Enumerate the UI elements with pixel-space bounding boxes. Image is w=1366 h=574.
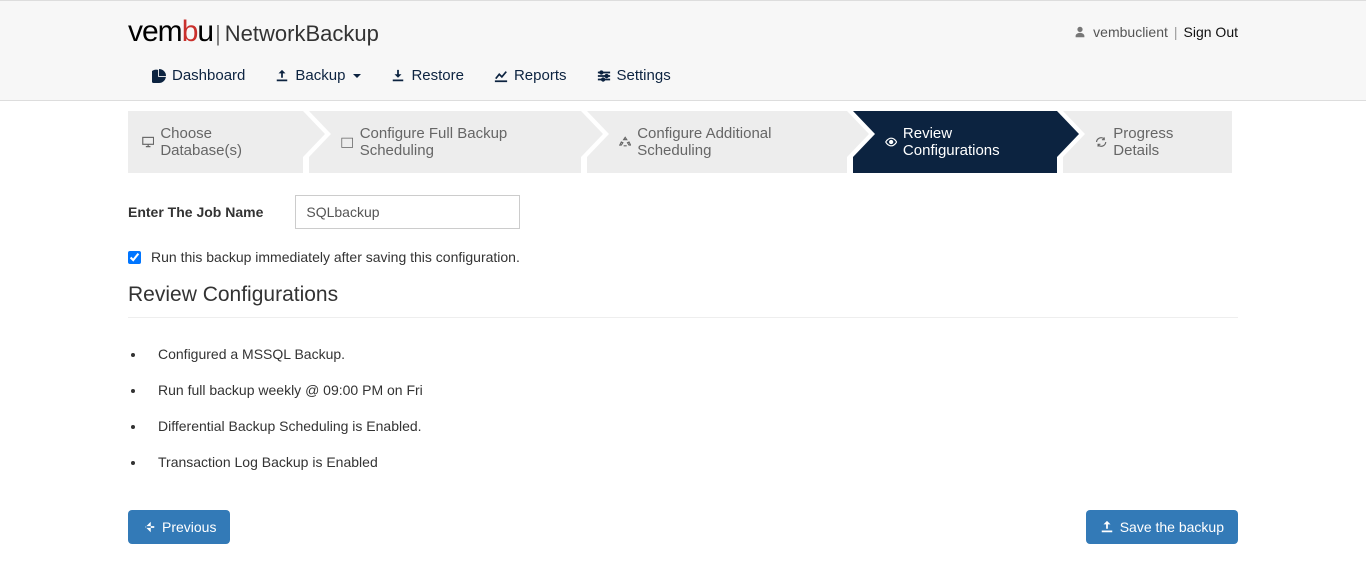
- calendar-icon: [341, 135, 353, 149]
- nav-restore[interactable]: Restore: [391, 67, 464, 84]
- job-name-input[interactable]: [295, 195, 520, 229]
- wizard-step-full-backup[interactable]: Configure Full Backup Scheduling: [309, 111, 581, 173]
- main-nav: Dashboard Backup Restore Reports Setting…: [128, 55, 1238, 100]
- username: vembuclient: [1093, 24, 1168, 40]
- logo-text-prefix: vem: [128, 15, 182, 48]
- logo: vembu | NetworkBackup: [128, 15, 379, 49]
- nav-reports[interactable]: Reports: [494, 67, 567, 84]
- refresh-icon: [1095, 135, 1107, 149]
- run-immediate-checkbox[interactable]: [128, 251, 141, 264]
- chart-line-icon: [494, 69, 508, 83]
- review-section-title: Review Configurations: [128, 283, 1238, 318]
- upload-icon: [1100, 520, 1114, 534]
- wizard-step-choose-database[interactable]: Choose Database(s): [128, 111, 303, 173]
- download-icon: [391, 69, 405, 83]
- wizard-steps: Choose Database(s) Configure Full Backup…: [128, 111, 1238, 173]
- eye-icon: [885, 135, 897, 149]
- list-item: Run full backup weekly @ 09:00 PM on Fri: [146, 372, 1238, 408]
- wizard-step-additional-scheduling[interactable]: Configure Additional Scheduling: [587, 111, 847, 173]
- monitor-icon: [142, 135, 154, 149]
- pie-chart-icon: [152, 69, 166, 83]
- nav-backup[interactable]: Backup: [275, 67, 361, 84]
- list-item: Configured a MSSQL Backup.: [146, 336, 1238, 372]
- run-immediate-label: Run this backup immediately after saving…: [151, 249, 520, 265]
- sliders-icon: [597, 69, 611, 83]
- wizard-step-progress[interactable]: Progress Details: [1063, 111, 1232, 173]
- logo-text-suffix: u: [197, 15, 213, 48]
- save-backup-button[interactable]: Save the backup: [1086, 510, 1238, 544]
- arrow-left-icon: [142, 520, 156, 534]
- top-header-area: vembu | NetworkBackup vembuclient | Sign…: [0, 0, 1366, 101]
- wizard-step-review[interactable]: Review Configurations: [853, 111, 1057, 173]
- previous-button[interactable]: Previous: [128, 510, 230, 544]
- nav-settings[interactable]: Settings: [597, 67, 671, 84]
- user-divider: |: [1174, 24, 1178, 40]
- logo-separator: |: [215, 21, 221, 47]
- product-name: NetworkBackup: [225, 21, 379, 47]
- nav-dashboard[interactable]: Dashboard: [152, 67, 245, 84]
- list-item: Differential Backup Scheduling is Enable…: [146, 408, 1238, 444]
- job-name-label: Enter The Job Name: [128, 204, 263, 220]
- review-list: Configured a MSSQL Backup. Run full back…: [128, 336, 1238, 480]
- recycle-icon: [619, 135, 631, 149]
- signout-link[interactable]: Sign Out: [1184, 24, 1238, 40]
- list-item: Transaction Log Backup is Enabled: [146, 444, 1238, 480]
- chevron-down-icon: [353, 74, 361, 78]
- logo-text-red: b: [182, 15, 198, 48]
- upload-icon: [275, 69, 289, 83]
- user-icon: [1073, 25, 1087, 39]
- user-area: vembuclient | Sign Out: [1073, 24, 1238, 40]
